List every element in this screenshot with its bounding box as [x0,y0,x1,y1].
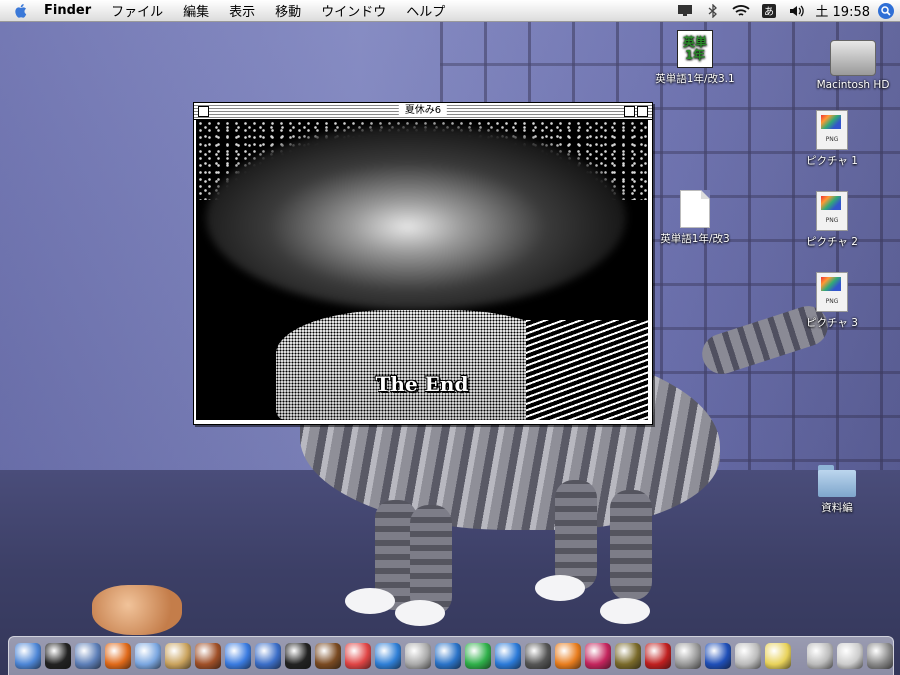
dock-stickies-icon[interactable] [765,643,791,669]
dock-quicktime-icon[interactable] [375,643,401,669]
window-title-bar[interactable]: 夏休み6 [194,103,652,120]
content-hands-illustration [276,310,566,420]
spotlight-icon[interactable] [878,2,894,19]
wallpaper-cat-paw [345,588,395,614]
dock-dashboard-icon[interactable] [45,643,71,669]
png-file-icon: PNG [816,272,848,312]
desktop-icon-picture-1[interactable]: PNG ピクチャ 1 [782,110,882,168]
dock-acrobat-icon[interactable] [645,643,671,669]
wallpaper-cat-paw [600,598,650,624]
dock [8,636,894,675]
menu-help[interactable]: ヘルプ [396,1,455,20]
wallpaper-cat-paw [535,575,585,601]
icon-label: ピクチャ 2 [806,236,858,248]
wallpaper-cat-leg [555,480,597,590]
dock-firefox-icon[interactable] [105,643,131,669]
dock-help-icon[interactable] [705,643,731,669]
folder-icon [818,465,856,497]
icon-label: 英単語1年/改3.1 [655,73,735,85]
icon-label: ピクチャ 1 [806,155,858,167]
menu-view[interactable]: 表示 [219,1,265,20]
window-title: 夏休み6 [398,104,448,117]
menu-edit[interactable]: 編集 [173,1,219,20]
desktop-icon-picture-3[interactable]: PNG ピクチャ 3 [782,272,882,330]
desktop-icon-picture-2[interactable]: PNG ピクチャ 2 [782,191,882,249]
dock-finder-icon[interactable] [15,643,41,669]
menu-clock[interactable]: 土 19:58 [815,1,870,20]
dock-terminal-icon[interactable] [525,643,551,669]
icon-label: Macintosh HD [816,79,890,91]
dock-wifi-icon[interactable] [435,643,461,669]
hard-drive-icon [830,40,876,76]
desktop-icon-shiryohen[interactable]: 資料編 [787,465,887,515]
desktop-icon-eitango-3-1[interactable]: 英単 1年 英単語1年/改3.1 [645,30,745,86]
wifi-icon[interactable] [730,3,752,19]
wallpaper-cat-leg [410,505,452,615]
png-file-icon: PNG [816,191,848,231]
dock-ichat-icon[interactable] [135,643,161,669]
display-icon[interactable] [674,3,696,19]
zoom-box-icon[interactable] [624,106,635,117]
wallpaper-cat-leg [610,490,652,600]
png-label: PNG [825,298,839,305]
dock-imovie-icon[interactable] [285,643,311,669]
close-box-icon[interactable] [198,106,209,117]
png-file-icon: PNG [816,110,848,150]
menu-bar: Finder ファイル 編集 表示 移動 ウインドウ ヘルプ あ 土 19:58 [0,0,900,22]
dock-finder-window-icon[interactable] [837,643,863,669]
window-content[interactable]: The End [196,120,648,420]
the-end-text: The End [375,372,469,396]
dock-word-icon[interactable] [495,643,521,669]
collapse-box-icon[interactable] [637,106,648,117]
icon-label: ピクチャ 3 [806,317,858,329]
dock-docs-icon[interactable] [807,643,833,669]
dock-address-book-icon[interactable] [165,643,191,669]
icon-label: 英単語1年/改3 [660,233,730,245]
content-stripes [526,320,648,420]
menu-go[interactable]: 移動 [265,1,311,20]
png-label: PNG [825,217,839,224]
dock-system-icon[interactable] [405,643,431,669]
kanji-app-icon: 英単 1年 [677,30,713,68]
bluetooth-icon[interactable] [702,3,724,19]
dock-printer-icon[interactable] [735,643,761,669]
menu-app-finder[interactable]: Finder [38,3,101,18]
kanji-icon-label: 英単 1年 [682,35,707,62]
apple-menu-icon[interactable] [14,3,28,19]
dock-photos-icon[interactable] [675,643,701,669]
dock-indesign-icon[interactable] [585,643,611,669]
input-method-icon[interactable]: あ [758,3,780,19]
content-blurred-image [206,125,626,310]
menu-extras: あ 土 19:58 [671,1,900,20]
dock-trash-icon[interactable] [867,643,893,669]
dock-ical-icon[interactable] [345,643,371,669]
dock-iphoto-icon[interactable] [195,643,221,669]
classic-window[interactable]: 夏休み6 The End [193,102,653,425]
dock-itunes-icon[interactable] [225,643,251,669]
dock-dvd-icon[interactable] [255,643,281,669]
document-icon [680,190,710,228]
menu-file[interactable]: ファイル [101,1,173,20]
wallpaper-cat-paw [395,600,445,626]
dock-garageband-icon[interactable] [315,643,341,669]
dock-pages-icon[interactable] [615,643,641,669]
png-label: PNG [825,136,839,143]
icon-label: 資料編 [821,502,853,514]
volume-icon[interactable] [786,3,808,19]
desktop-icon-eitango-3[interactable]: 英単語1年/改3 [645,190,745,246]
dock-network-icon[interactable] [465,643,491,669]
svg-text:あ: あ [764,6,774,18]
wallpaper-bowl [92,585,182,635]
dock-ibook-icon[interactable] [555,643,581,669]
desktop-icon-macintosh-hd[interactable]: Macintosh HD [803,40,900,91]
dock-preview-icon[interactable] [75,643,101,669]
menu-window[interactable]: ウインドウ [311,1,396,20]
